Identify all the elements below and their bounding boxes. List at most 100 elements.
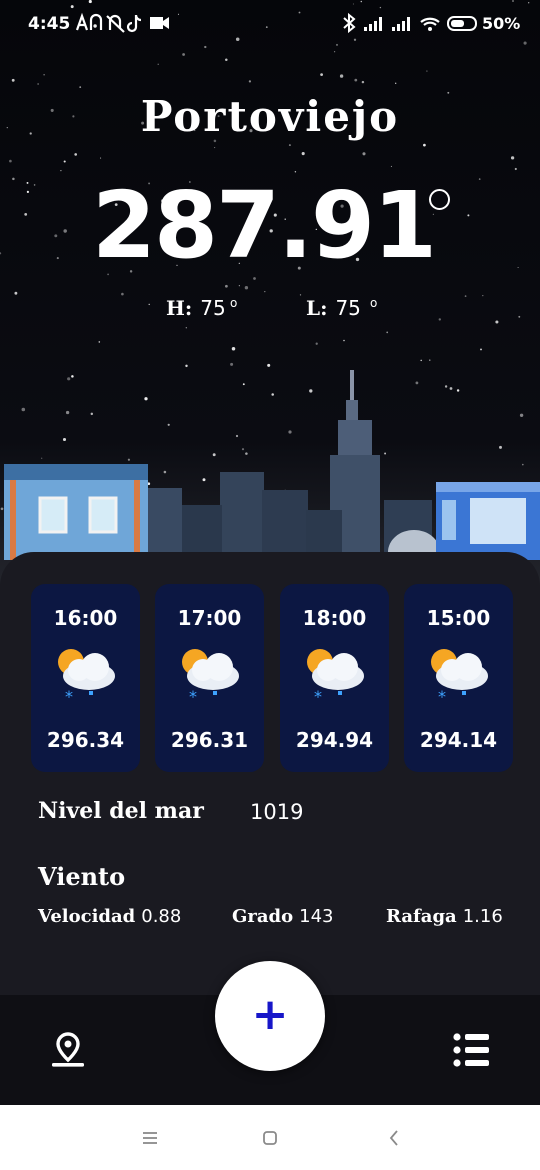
hourly-card[interactable]: 18:00 294.94 bbox=[280, 584, 389, 772]
city-skyline-illustration bbox=[4, 370, 540, 560]
bluetooth-icon bbox=[343, 12, 356, 34]
star-decoration bbox=[333, 51, 336, 53]
status-bar: 4:45 50% bbox=[0, 0, 540, 48]
star-decoration bbox=[225, 58, 228, 62]
alarm-icon bbox=[89, 13, 103, 30]
high-label: H: bbox=[166, 296, 193, 320]
star-decoration bbox=[12, 177, 15, 181]
star-decoration bbox=[9, 159, 12, 163]
star-decoration bbox=[354, 78, 358, 82]
star-decoration bbox=[54, 234, 58, 238]
status-time: 4:45 bbox=[28, 14, 71, 34]
star-decoration bbox=[390, 165, 392, 167]
sea-level: Nivel del mar 1019 bbox=[38, 798, 303, 824]
battery-percent: 50% bbox=[482, 14, 521, 33]
hourly-time: 18:00 bbox=[302, 606, 367, 630]
partly-cloudy-snow-icon bbox=[431, 649, 488, 706]
hourly-value: 296.34 bbox=[46, 728, 125, 752]
star-decoration bbox=[482, 294, 484, 297]
star-decoration bbox=[63, 229, 67, 233]
star-decoration bbox=[100, 157, 102, 159]
menu-icon[interactable] bbox=[135, 1123, 165, 1153]
partly-cloudy-snow-icon bbox=[307, 649, 364, 706]
star-decoration bbox=[225, 284, 228, 288]
degree-symbol: o bbox=[230, 296, 238, 310]
degree-symbol bbox=[429, 189, 450, 210]
signal-icon bbox=[392, 17, 410, 31]
star-decoration bbox=[299, 294, 302, 296]
star-decoration bbox=[514, 167, 517, 171]
city-name: Portoviejo bbox=[140, 92, 400, 141]
star-decoration bbox=[26, 190, 30, 194]
star-decoration bbox=[11, 78, 15, 82]
star-decoration bbox=[478, 178, 481, 180]
star-decoration bbox=[339, 74, 344, 78]
star-decoration bbox=[288, 144, 291, 147]
location-pin-icon[interactable] bbox=[48, 1030, 88, 1070]
star-decoration bbox=[157, 63, 159, 65]
wind-speed-value: 0.88 bbox=[141, 906, 182, 927]
star-decoration bbox=[60, 169, 62, 172]
wind-speed-label: Velocidad bbox=[38, 906, 136, 927]
star-decoration bbox=[343, 339, 345, 342]
hourly-value: 294.14 bbox=[419, 728, 498, 752]
hourly-time: 15:00 bbox=[426, 606, 491, 630]
video-icon bbox=[150, 17, 163, 29]
sea-level-label: Nivel del mar bbox=[38, 798, 204, 824]
wind-speed: Velocidad 0.88 bbox=[38, 906, 181, 927]
add-city-button[interactable]: + bbox=[215, 961, 325, 1071]
wind-degree: Grado 143 bbox=[232, 906, 333, 927]
star-decoration bbox=[510, 156, 515, 160]
star-decoration bbox=[148, 303, 150, 306]
star-decoration bbox=[56, 257, 59, 260]
star-decoration bbox=[185, 327, 187, 329]
plus-icon: + bbox=[251, 989, 289, 1040]
partly-cloudy-snow-icon bbox=[182, 649, 239, 706]
star-decoration bbox=[33, 184, 36, 186]
star-decoration bbox=[231, 346, 236, 351]
back-icon[interactable] bbox=[380, 1123, 410, 1153]
wind-gust-value: 1.16 bbox=[462, 906, 503, 927]
star-decoration bbox=[74, 153, 78, 156]
hourly-forecast-list[interactable]: 16:00 296.34 17:00 296.31 18:00 294.94 1… bbox=[31, 584, 513, 772]
hourly-card[interactable]: 17:00 296.31 bbox=[155, 584, 264, 772]
star-decoration bbox=[26, 181, 29, 184]
wifi-icon bbox=[420, 17, 440, 26]
star-decoration bbox=[264, 290, 266, 293]
status-system-icons bbox=[343, 12, 477, 34]
wind-degree-label: Grado bbox=[232, 906, 294, 927]
hourly-card[interactable]: 16:00 296.34 bbox=[31, 584, 140, 772]
low-value: 75 bbox=[335, 296, 361, 320]
notifications-off-icon bbox=[106, 14, 125, 33]
list-icon[interactable] bbox=[452, 1032, 492, 1068]
star-decoration bbox=[214, 147, 216, 149]
star-decoration bbox=[438, 318, 441, 321]
star-decoration bbox=[14, 291, 18, 295]
alarm-icon bbox=[75, 12, 89, 31]
current-temperature: 287.91 bbox=[92, 172, 437, 279]
hourly-value: 296.31 bbox=[170, 728, 249, 752]
star-decoration bbox=[518, 315, 521, 318]
star-decoration bbox=[361, 80, 365, 84]
hourly-time: 16:00 bbox=[53, 606, 118, 630]
hourly-value: 294.94 bbox=[295, 728, 374, 752]
wind-degree-value: 143 bbox=[299, 906, 334, 927]
degree-symbol: o bbox=[370, 296, 378, 310]
hourly-card[interactable]: 15:00 294.14 bbox=[404, 584, 513, 772]
wind-gust-label: Rafaga bbox=[386, 906, 457, 927]
star-decoration bbox=[464, 295, 467, 297]
home-icon[interactable] bbox=[255, 1123, 285, 1153]
star-decoration bbox=[480, 348, 482, 351]
low-label: L: bbox=[306, 296, 328, 320]
star-decoration bbox=[24, 213, 28, 216]
star-decoration bbox=[386, 331, 389, 334]
star-decoration bbox=[238, 285, 240, 287]
star-decoration bbox=[301, 152, 305, 156]
high-value: 75 bbox=[200, 296, 226, 320]
star-decoration bbox=[395, 82, 397, 84]
low-temperature: L: 75 o bbox=[306, 296, 377, 320]
system-navigation-bar bbox=[0, 1105, 540, 1170]
partly-cloudy-snow-icon bbox=[58, 649, 115, 706]
star-decoration bbox=[495, 320, 499, 324]
star-decoration bbox=[362, 152, 366, 156]
